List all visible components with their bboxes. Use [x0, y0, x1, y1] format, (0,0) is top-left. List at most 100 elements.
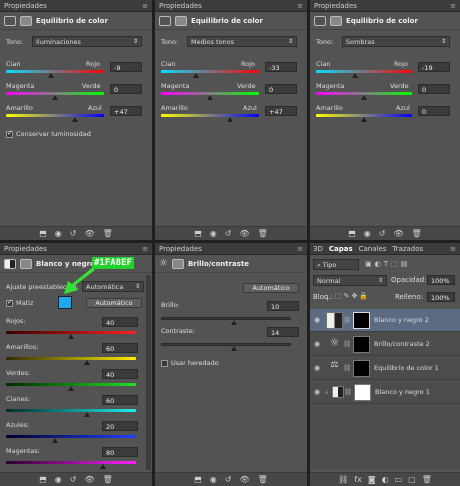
tab-layers[interactable]: Capas [329, 245, 353, 253]
folder-icon[interactable]: ▭ [395, 475, 403, 484]
cian-rojo-thumb[interactable] [48, 73, 54, 78]
cian-rojo-value[interactable]: -33 [265, 62, 297, 72]
link-layers-icon[interactable]: ⛓ [338, 475, 348, 484]
amarillo-azul-thumb[interactable] [72, 117, 78, 122]
slider-thumb[interactable] [68, 386, 74, 391]
slider-track[interactable] [6, 409, 136, 412]
tab-3d[interactable]: 3D [313, 245, 323, 253]
cian-rojo-slider[interactable] [316, 70, 412, 73]
tone-select[interactable]: Iluminaciones ⇕ [32, 36, 142, 47]
amarillo-azul-slider[interactable] [161, 114, 259, 117]
tint-checkbox[interactable] [6, 298, 13, 307]
cian-rojo-slider[interactable] [6, 70, 104, 73]
brightness-thumb[interactable] [231, 320, 237, 325]
clip-icon[interactable]: ⬒ [39, 229, 47, 238]
cian-rojo-slider[interactable] [161, 70, 259, 73]
panel-menu-icon[interactable]: ≡ [450, 2, 456, 10]
new-layer-icon[interactable]: ▢ [408, 475, 416, 484]
brightness-slider[interactable] [161, 317, 291, 320]
layer-row[interactable]: ◉ ⚖ ⛓ Equilibrio de color 1 [310, 357, 460, 380]
layer-name[interactable]: Brillo/contraste 2 [374, 340, 430, 348]
amarillo-azul-value[interactable]: 0 [418, 106, 450, 116]
view-icon[interactable]: ◉ [55, 475, 62, 484]
auto-button[interactable]: Automático [86, 298, 142, 308]
reset-icon[interactable]: ↺ [70, 475, 77, 484]
layer-name[interactable]: Equilibrio de color 1 [374, 364, 439, 372]
layer-name[interactable]: Blanco y negro 2 [374, 316, 429, 324]
add-mask-icon[interactable]: ◙ [368, 475, 376, 484]
view-icon[interactable]: ◉ [210, 229, 217, 238]
tone-select[interactable]: Sombras ⇕ [342, 36, 450, 47]
auto-button[interactable]: Automático [243, 283, 299, 293]
tint-color-swatch[interactable] [58, 296, 72, 309]
magenta-verde-value[interactable]: 0 [418, 84, 450, 94]
fx-icon[interactable]: fx [354, 475, 362, 484]
adjustment-icon[interactable]: ◐ [382, 475, 389, 484]
contrast-value[interactable]: 14 [267, 327, 299, 337]
clip-icon[interactable]: ⬒ [348, 229, 356, 238]
slider-value[interactable]: 80 [102, 447, 138, 457]
layer-row[interactable]: ◉ ↓ ⛓ Blanco y negro 1 [310, 381, 460, 404]
brightness-value[interactable]: 10 [267, 301, 299, 311]
filter-icons[interactable]: ▣◐T⬚▤ [365, 260, 410, 268]
clip-icon[interactable]: ⬒ [194, 475, 202, 484]
panel-tab[interactable]: Propiedades ≡ [0, 0, 152, 12]
link-icon[interactable]: ⛓ [343, 364, 351, 372]
slider-thumb[interactable] [84, 412, 90, 417]
cian-rojo-thumb[interactable] [352, 73, 358, 78]
reset-icon[interactable]: ↺ [379, 229, 386, 238]
fill-value[interactable]: 100% [427, 292, 455, 302]
slider-thumb[interactable] [68, 334, 74, 339]
view-icon[interactable]: ◉ [364, 229, 371, 238]
tab-paths[interactable]: Trazados [392, 245, 423, 253]
slider-thumb[interactable] [84, 360, 90, 365]
eye-icon[interactable]: ◉ [310, 364, 324, 372]
trash-icon[interactable]: 🗑 [258, 229, 268, 238]
mask-icon[interactable] [175, 15, 187, 26]
trash-icon[interactable]: 🗑 [258, 475, 268, 484]
slider-value[interactable]: 40 [102, 317, 138, 327]
cian-rojo-thumb[interactable] [193, 73, 199, 78]
trash-icon[interactable]: 🗑 [103, 475, 113, 484]
visibility-icon[interactable]: 👁 [393, 229, 403, 238]
preserve-row[interactable]: Conservar luminosidad [6, 129, 146, 138]
cian-rojo-value[interactable]: -19 [418, 62, 450, 72]
tab-channels[interactable]: Canales [359, 245, 387, 253]
cian-rojo-value[interactable]: -9 [110, 62, 142, 72]
eye-icon[interactable]: ◉ [310, 340, 324, 348]
legacy-row[interactable]: Usar heredado [161, 359, 301, 367]
kind-filter-select[interactable]: ⌕ Tipo [313, 259, 359, 270]
link-icon[interactable]: ⛓ [344, 388, 352, 396]
trash-icon[interactable]: 🗑 [103, 229, 113, 238]
contrast-slider[interactable] [161, 343, 291, 346]
trash-icon[interactable]: 🗑 [412, 229, 422, 238]
clip-icon[interactable]: ⬒ [39, 475, 47, 484]
visibility-icon[interactable]: 👁 [84, 475, 94, 484]
visibility-icon[interactable]: 👁 [84, 229, 94, 238]
layer-name[interactable]: Blanco y negro 1 [375, 388, 430, 396]
panel-menu-icon[interactable]: ≡ [142, 2, 148, 10]
visibility-icon[interactable]: 👁 [239, 475, 249, 484]
link-icon[interactable]: ⛓ [343, 316, 351, 324]
panel-menu-icon[interactable]: ≡ [142, 245, 148, 253]
slider-value[interactable]: 40 [102, 369, 138, 379]
link-icon[interactable]: ⛓ [343, 340, 351, 348]
slider-thumb[interactable] [52, 438, 58, 443]
reset-icon[interactable]: ↺ [225, 229, 232, 238]
tone-select[interactable]: Medios tonos ⇕ [187, 36, 297, 47]
panel-menu-icon[interactable]: ≡ [297, 2, 303, 10]
slider-track[interactable] [6, 435, 136, 438]
mask-icon[interactable] [20, 15, 32, 26]
eye-icon[interactable]: ◉ [310, 316, 324, 324]
amarillo-azul-value[interactable]: +47 [110, 106, 142, 116]
layer-row[interactable]: ◉ ⛓ Blanco y negro 2 [310, 309, 460, 332]
panel-tab[interactable]: Propiedades ≡ [155, 0, 307, 12]
opacity-value[interactable]: 100% [427, 275, 455, 285]
panel-menu-icon[interactable]: ≡ [297, 245, 303, 253]
reset-icon[interactable]: ↺ [225, 475, 232, 484]
panel-menu-icon[interactable]: ≡ [450, 245, 456, 253]
magenta-verde-thumb[interactable] [361, 95, 367, 100]
slider-track[interactable] [6, 357, 136, 360]
layer-row[interactable]: ◉ ☼ ⛓ Brillo/contraste 2 [310, 333, 460, 356]
amarillo-azul-slider[interactable] [6, 114, 104, 117]
